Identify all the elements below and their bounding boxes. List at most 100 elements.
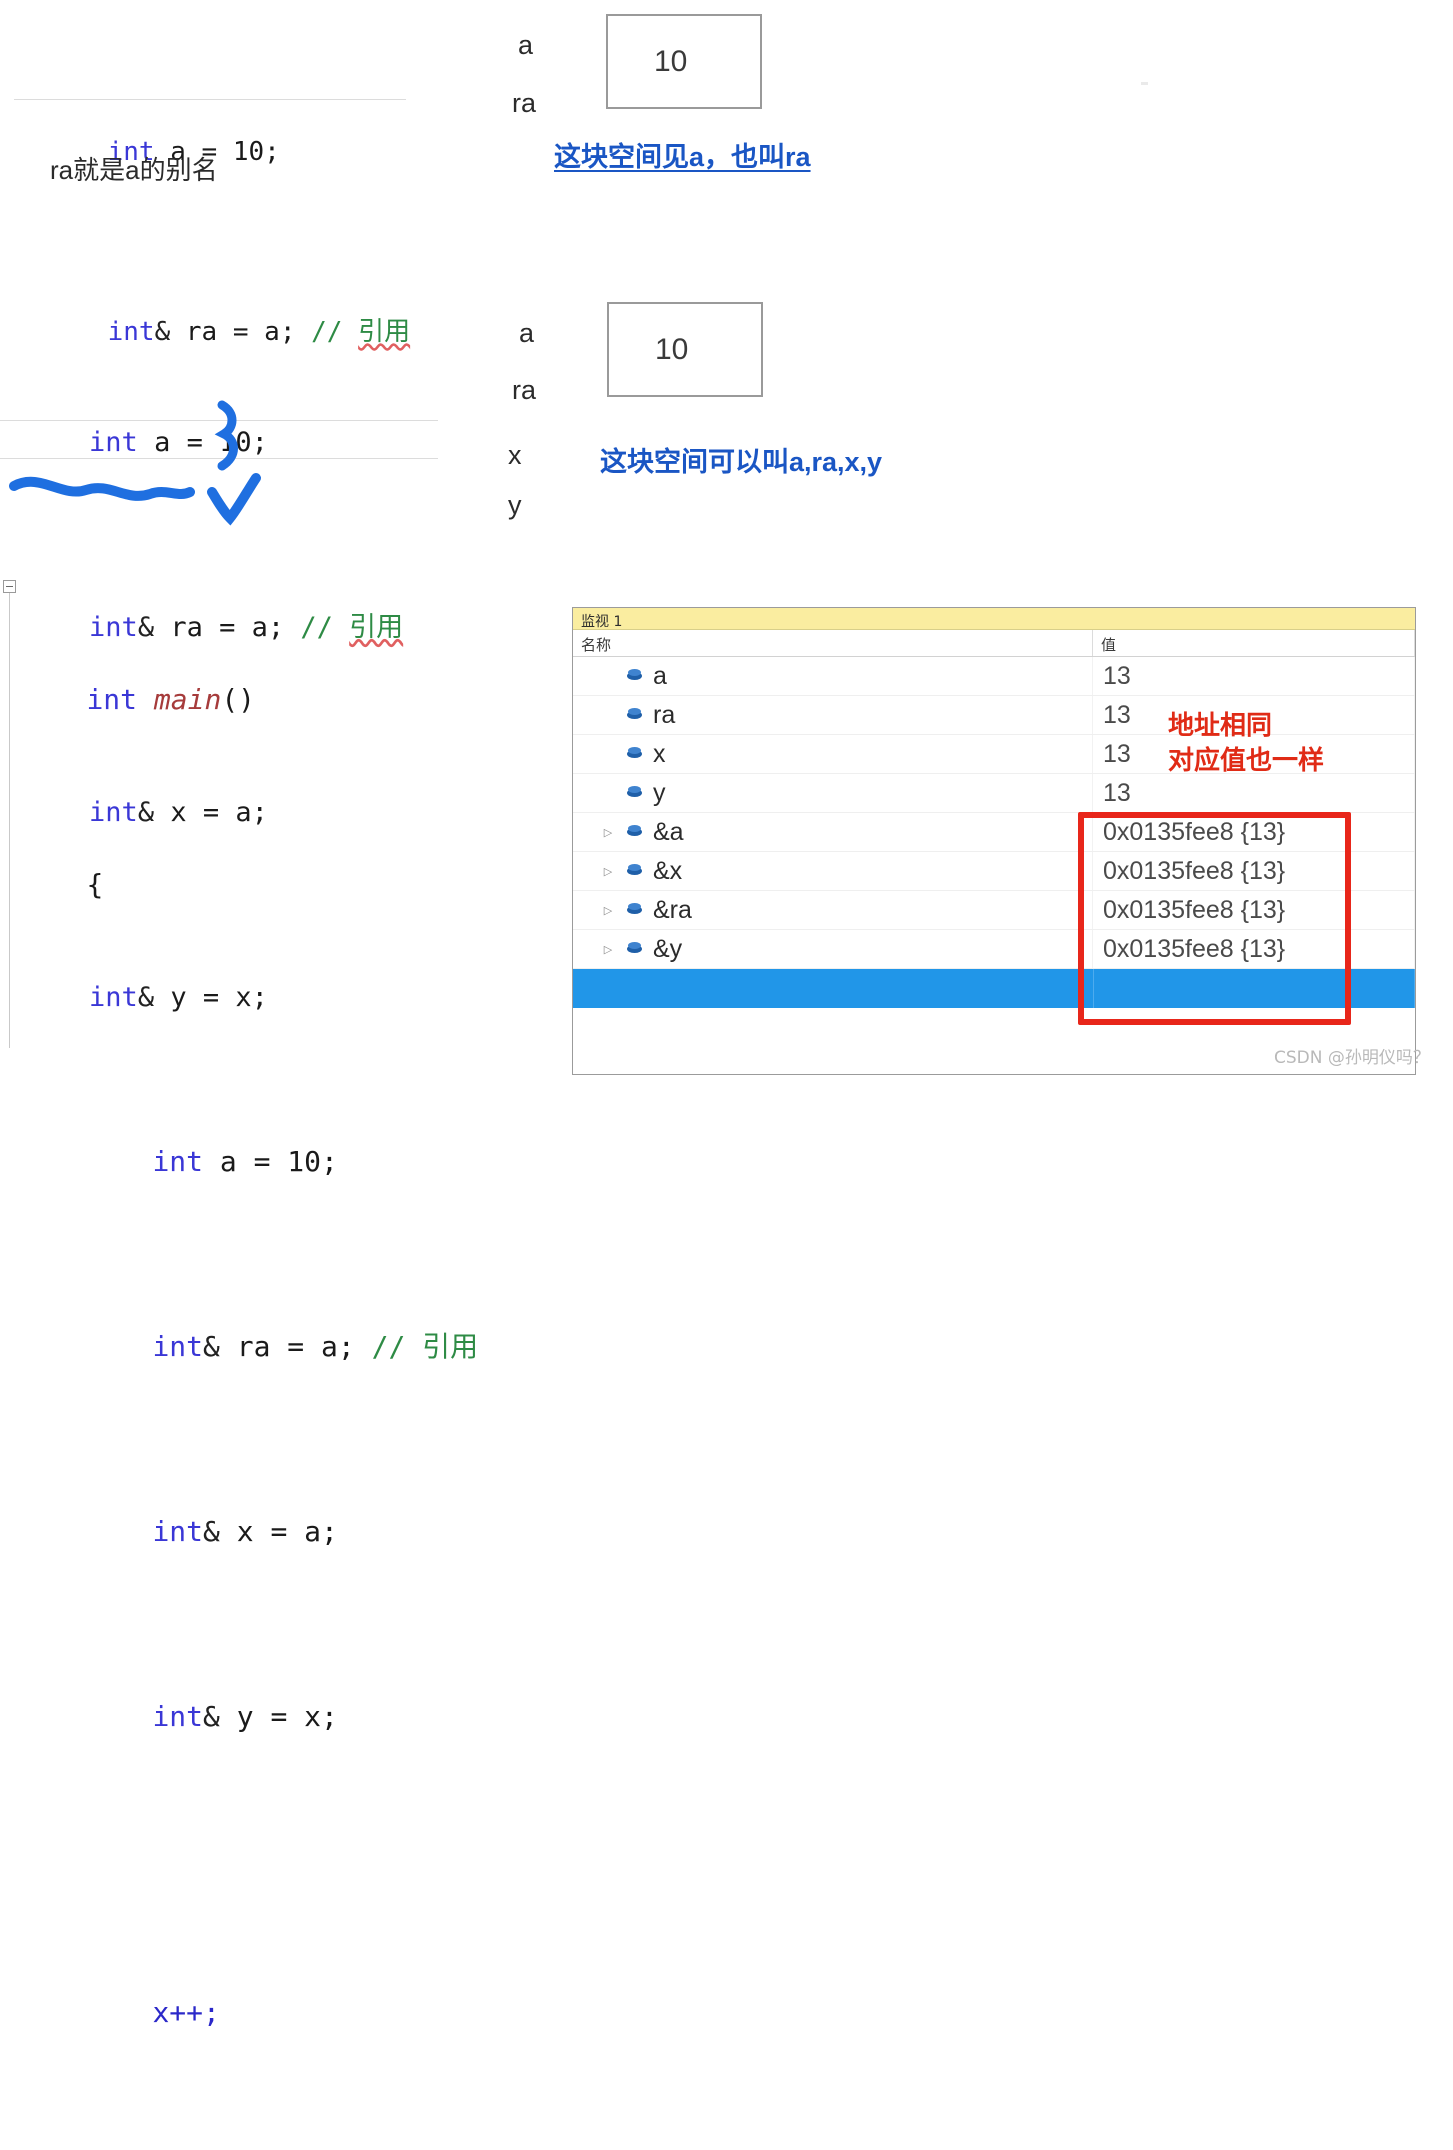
code-line: int& y = x; xyxy=(19,1661,540,1772)
label-text: a xyxy=(519,318,535,348)
code-line: int& x = a; xyxy=(19,1476,540,1587)
variable-icon xyxy=(627,824,643,840)
keyword-int: int xyxy=(86,683,138,716)
table-row[interactable]: ▷ &x 0x0135fee8 {13} xyxy=(573,852,1415,891)
column-header-name[interactable]: 名称 xyxy=(573,630,1093,656)
comment-slashes: // xyxy=(371,1330,423,1363)
chevron-right-icon[interactable]: ▷ xyxy=(597,826,619,839)
note-mid: 这块空间可以叫a,ra,x,y xyxy=(600,440,882,479)
check-mark xyxy=(207,473,261,526)
diagram-mid-label-a: a xyxy=(519,318,534,349)
variable-icon xyxy=(627,863,643,879)
table-row[interactable]: ▷ y 13 xyxy=(573,774,1415,813)
row-name-cell[interactable]: ▷ ra xyxy=(573,696,1093,734)
table-row[interactable]: ▷ &a 0x0135fee8 {13} xyxy=(573,813,1415,852)
label-text: y xyxy=(508,490,522,520)
keyword-int: int xyxy=(152,1700,204,1733)
table-row[interactable]: ▷ a 13 xyxy=(573,657,1415,696)
row-name-cell[interactable]: ▷ &y xyxy=(573,930,1093,968)
row-value-text: 0x0135fee8 {13} xyxy=(1103,895,1286,924)
row-name-cell[interactable] xyxy=(573,969,1094,1008)
variable-icon xyxy=(627,902,643,918)
diagram-mid-label-x: x xyxy=(508,440,522,471)
annotation-line-2: 对应值也一样 xyxy=(1168,745,1325,776)
watch-column-headers: 名称 值 xyxy=(573,630,1415,657)
table-row-selected[interactable] xyxy=(573,969,1415,1008)
row-name-text: y xyxy=(653,778,666,807)
statement-x-increment: x++; xyxy=(152,1996,220,2029)
handdrawn-annotations xyxy=(9,400,261,526)
keyword-int: int xyxy=(152,1145,204,1178)
row-value-cell[interactable] xyxy=(1094,969,1415,1008)
memory-value: 10 xyxy=(654,44,688,78)
column-header-text: 名称 xyxy=(581,636,612,654)
row-value-cell[interactable]: 0x0135fee8 {13} xyxy=(1093,891,1415,929)
row-value-text: 13 xyxy=(1103,661,1131,690)
code-fold-guideline xyxy=(9,588,10,1048)
table-row[interactable]: ▷ &y 0x0135fee8 {13} xyxy=(573,930,1415,969)
row-value-cell[interactable]: 13 xyxy=(1093,657,1415,695)
code-text: ra = a; xyxy=(219,1330,372,1363)
parens: () xyxy=(221,683,256,716)
watermark: CSDN @孙明仪吗？ xyxy=(1274,1043,1430,1068)
row-value-cell[interactable]: 0x0135fee8 {13} xyxy=(1093,852,1415,890)
row-name-cell[interactable]: ▷ &x xyxy=(573,852,1093,890)
row-name-text: &ra xyxy=(653,895,692,924)
chevron-right-icon[interactable]: ▷ xyxy=(597,943,619,956)
row-value-text: 13 xyxy=(1103,778,1131,807)
memory-box-top: 10 xyxy=(606,14,762,109)
watch-window-title: 监视 1 xyxy=(573,608,1415,630)
variable-icon xyxy=(627,707,643,723)
row-name-cell[interactable]: ▷ x xyxy=(573,735,1093,773)
diagram-top-label-a: a xyxy=(518,30,533,61)
label-text: a xyxy=(518,30,534,60)
scan-artifact xyxy=(1141,82,1148,85)
row-name-text: &y xyxy=(653,934,683,963)
code-line: { xyxy=(19,829,540,940)
row-value-text: 0x0135fee8 {13} xyxy=(1103,817,1286,846)
code-line: int& ra = a; // 引用 xyxy=(19,1291,540,1402)
row-name-cell[interactable]: ▷ &ra xyxy=(573,891,1093,929)
diagram-mid-label-ra: ra xyxy=(512,375,536,406)
row-name-text: &x xyxy=(653,856,683,885)
comment-text: 引用 xyxy=(422,1330,479,1363)
variable-icon xyxy=(627,668,643,684)
row-name-text: x xyxy=(653,739,666,768)
row-value-text: 0x0135fee8 {13} xyxy=(1103,856,1286,885)
variable-icon xyxy=(627,941,643,957)
row-value-text: 13 xyxy=(1103,700,1131,729)
row-value-cell[interactable]: 0x0135fee8 {13} xyxy=(1093,813,1415,851)
table-row[interactable]: ▷ &ra 0x0135fee8 {13} xyxy=(573,891,1415,930)
row-name-cell[interactable]: ▷ a xyxy=(573,657,1093,695)
code-line: int a = 10; xyxy=(19,1106,540,1217)
column-header-text: 值 xyxy=(1101,636,1117,654)
code-text: x = a; xyxy=(219,1515,338,1548)
row-value-text: 0x0135fee8 {13} xyxy=(1103,934,1286,963)
watch-window[interactable]: 监视 1 名称 值 ▷ a 13 ▷ ra xyxy=(572,607,1416,1075)
row-value-cell[interactable]: 13 xyxy=(1093,774,1415,812)
code-line: y++; xyxy=(19,2142,540,2150)
memory-box-mid: 10 xyxy=(607,302,763,397)
code-fold-toggle[interactable] xyxy=(3,580,16,593)
code-line: x++; xyxy=(19,1957,540,2068)
keyword-int: int xyxy=(152,1330,204,1363)
column-header-value[interactable]: 值 xyxy=(1093,630,1415,656)
chevron-right-icon[interactable]: ▷ xyxy=(597,865,619,878)
row-value-text: 13 xyxy=(1103,739,1131,768)
ampersand: & xyxy=(203,1330,220,1363)
diagram-mid-label-y: y xyxy=(508,490,522,521)
diagram-top-label-ra: ra xyxy=(512,88,536,119)
annotation-address-same: 地址相同 对应值也一样 xyxy=(1168,708,1324,778)
row-name-cell[interactable]: ▷ y xyxy=(573,774,1093,812)
open-brace: { xyxy=(86,868,104,901)
ampersand: & xyxy=(203,1515,220,1548)
row-value-cell[interactable]: 0x0135fee8 {13} xyxy=(1093,930,1415,968)
watch-title-text: 监视 1 xyxy=(581,614,623,630)
label-text: ra xyxy=(512,88,537,118)
row-name-text: a xyxy=(653,661,667,690)
label-text: x xyxy=(508,440,522,470)
row-name-cell[interactable]: ▷ &a xyxy=(573,813,1093,851)
chevron-right-icon[interactable]: ▷ xyxy=(597,904,619,917)
